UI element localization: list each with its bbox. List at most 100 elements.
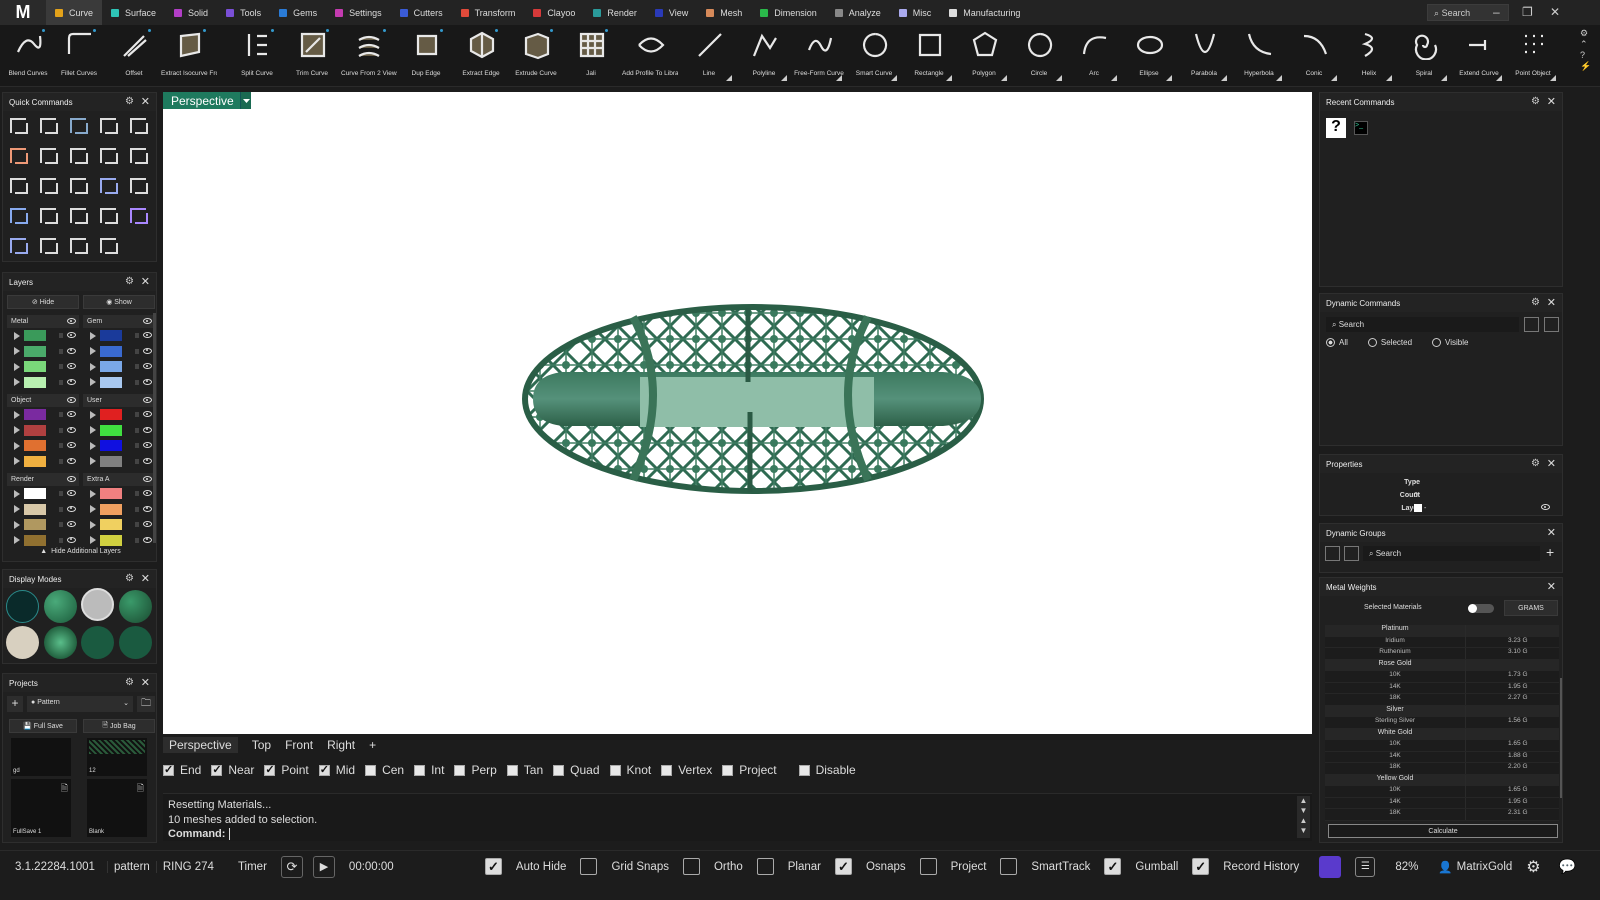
dynamic-commands-search[interactable]: ⌕ Search xyxy=(1326,317,1519,332)
gear-icon[interactable]: ⚙ xyxy=(1531,96,1540,107)
add-group-button[interactable]: + xyxy=(1546,544,1554,560)
selected-materials-toggle[interactable] xyxy=(1468,604,1494,613)
lock-icon[interactable] xyxy=(59,412,63,417)
eye-icon[interactable] xyxy=(143,442,152,448)
lock-icon[interactable] xyxy=(59,491,63,496)
expand-icon[interactable] xyxy=(1386,75,1392,81)
eye-icon[interactable] xyxy=(67,332,76,338)
tool-circle[interactable]: Circle xyxy=(1011,25,1067,87)
eye-icon[interactable] xyxy=(143,505,152,512)
checkbox[interactable] xyxy=(506,764,518,776)
tool-fillet-curves[interactable]: Fillet Curves xyxy=(51,25,107,87)
expand-icon[interactable] xyxy=(1550,75,1556,81)
expand-icon[interactable] xyxy=(1056,75,1062,81)
layer-color-swatch[interactable] xyxy=(24,455,46,467)
snap-quad[interactable]: Quad xyxy=(553,763,600,777)
checkbox[interactable] xyxy=(1000,858,1018,875)
sort-icon[interactable] xyxy=(1344,546,1359,561)
expand-arrow-icon[interactable] xyxy=(90,489,96,498)
lock-icon[interactable] xyxy=(59,348,63,354)
metal-weights-scrollbar[interactable] xyxy=(1560,678,1562,798)
tool-offset[interactable]: Offset xyxy=(106,25,162,87)
expand-arrow-icon[interactable] xyxy=(14,441,20,450)
menu-tab-manufacturing[interactable]: Manufacturing xyxy=(940,0,1029,25)
gear-icon[interactable]: ⚙ xyxy=(125,677,134,688)
eye-icon[interactable] xyxy=(143,457,152,464)
checkbox[interactable] xyxy=(211,763,223,776)
expand-arrow-icon[interactable] xyxy=(14,505,20,514)
layer-row[interactable] xyxy=(83,438,155,454)
toggle-ortho[interactable]: Ortho xyxy=(682,858,743,875)
quick-command-icon[interactable] xyxy=(98,145,120,167)
expand-icon[interactable] xyxy=(1276,75,1282,81)
timer-reset-icon[interactable]: ⟳ xyxy=(280,855,303,878)
layer-row[interactable] xyxy=(7,328,79,344)
dynamic-groups-search[interactable]: ⌕ Search xyxy=(1363,546,1540,561)
expand-arrow-icon[interactable] xyxy=(90,457,96,466)
layer-color-swatch[interactable] xyxy=(100,330,122,342)
layers-scrollbar[interactable] xyxy=(153,313,156,543)
eye-icon[interactable] xyxy=(143,536,152,543)
snap-project[interactable]: Project xyxy=(722,763,777,777)
tool-helix[interactable]: Helix xyxy=(1341,25,1397,87)
close-icon[interactable]: ✕ xyxy=(141,275,150,288)
quick-command-icon[interactable] xyxy=(128,205,150,227)
lock-icon[interactable] xyxy=(135,506,139,512)
layer-color-swatch[interactable] xyxy=(24,519,46,531)
menu-tab-gems[interactable]: Gems xyxy=(270,0,326,25)
display-mode-wireframe[interactable] xyxy=(6,590,39,623)
lock-icon[interactable] xyxy=(135,491,139,496)
tool-hyperbola[interactable]: Hyperbola xyxy=(1231,25,1287,87)
expand-arrow-icon[interactable] xyxy=(90,536,96,545)
units-button[interactable]: GRAMS xyxy=(1504,600,1558,616)
checkbox[interactable] xyxy=(318,763,330,776)
gear-icon[interactable]: ⚙ xyxy=(125,276,134,287)
expand-icon[interactable] xyxy=(1001,75,1007,81)
layer-color-swatch[interactable] xyxy=(100,376,122,388)
tool-blend-curves[interactable]: Blend Curves xyxy=(0,25,56,87)
menu-tab-render[interactable]: Render xyxy=(584,0,646,25)
checkbox[interactable] xyxy=(661,764,673,776)
toggle-grid-snaps[interactable]: Grid Snaps xyxy=(580,858,669,875)
eye-icon[interactable] xyxy=(67,457,76,464)
gear-icon[interactable]: ⚙ xyxy=(1531,297,1540,308)
quick-command-icon[interactable] xyxy=(8,175,30,197)
checkbox[interactable]: ✓ xyxy=(1104,858,1122,875)
eye-icon[interactable] xyxy=(67,318,76,324)
tool-point-object[interactable]: Point Object xyxy=(1505,25,1561,87)
expand-icon[interactable] xyxy=(726,75,732,81)
display-mode-user-2[interactable] xyxy=(119,626,152,659)
help-icon[interactable]: ? xyxy=(1326,118,1346,138)
layer-row[interactable] xyxy=(7,407,79,423)
checkbox[interactable] xyxy=(264,763,276,776)
menu-tab-clayoo[interactable]: Clayoo xyxy=(524,0,584,25)
tool-split-curve[interactable]: Split Curve xyxy=(229,25,285,87)
filter-all[interactable]: All xyxy=(1326,338,1348,347)
view-tab-front[interactable]: Front xyxy=(285,738,313,752)
snap-tan[interactable]: Tan xyxy=(506,763,543,777)
layer-color-swatch[interactable] xyxy=(24,424,46,436)
quick-command-icon[interactable] xyxy=(68,145,90,167)
layer-row[interactable] xyxy=(7,375,79,391)
eye-icon[interactable] xyxy=(143,332,152,338)
tool-line[interactable]: Line xyxy=(681,25,737,87)
layer-row[interactable] xyxy=(83,423,155,439)
snap-perp[interactable]: Perp xyxy=(454,763,497,777)
expand-arrow-icon[interactable] xyxy=(90,331,96,340)
snap-int[interactable]: Int xyxy=(414,763,444,777)
quick-command-icon[interactable] xyxy=(38,205,60,227)
checkbox[interactable] xyxy=(722,764,734,776)
checkbox[interactable] xyxy=(609,764,621,776)
toggle-planar[interactable]: Planar xyxy=(756,858,821,875)
tool-jali[interactable]: Jali xyxy=(563,25,619,87)
layer-color-swatch[interactable] xyxy=(24,503,46,515)
expand-arrow-icon[interactable] xyxy=(90,347,96,356)
expand-arrow-icon[interactable] xyxy=(14,426,20,435)
tool-polygon[interactable]: Polygon xyxy=(956,25,1012,87)
menu-tab-transform[interactable]: Transform xyxy=(452,0,525,25)
layer-color-swatch[interactable] xyxy=(24,409,46,421)
view-tab-top[interactable]: Top xyxy=(252,738,271,752)
layer-row[interactable] xyxy=(83,454,155,470)
command-scrollbar[interactable]: ▲ ▼ ▲ ▼ xyxy=(1297,796,1310,838)
project-thumb[interactable]: 12 xyxy=(87,738,147,776)
